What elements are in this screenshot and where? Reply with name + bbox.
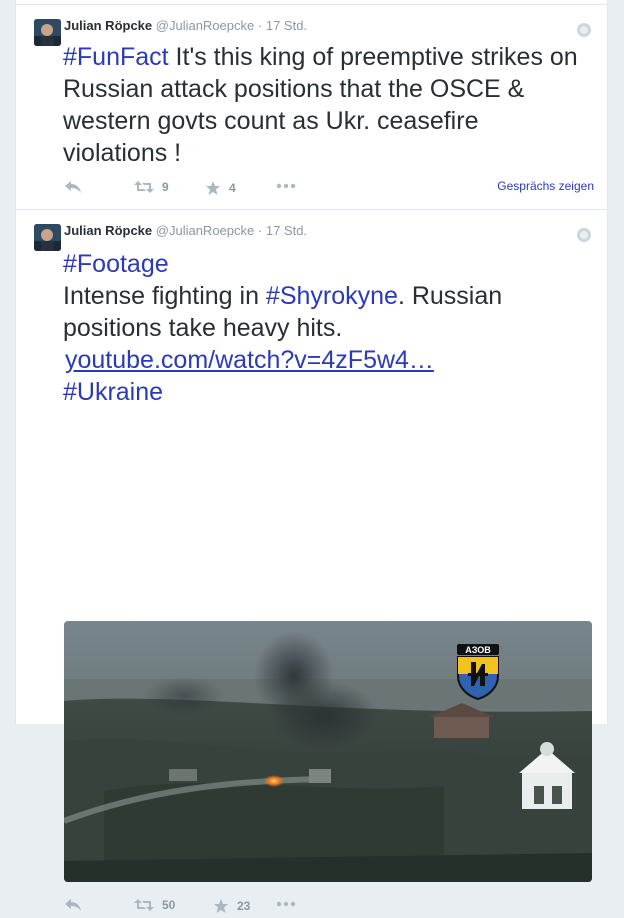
favorite-count: 23 [237,899,251,913]
tweet-actions: 50 23 [64,898,594,918]
retweet-icon [134,181,154,193]
author-name[interactable]: Julian Röpcke [64,223,152,238]
time-separator: · [257,18,263,33]
timestamp[interactable]: 17 Std. [266,223,307,238]
tweet-text: #Footage Intense fighting in #Shyrokyne.… [63,248,583,408]
retweet-count: 9 [162,180,169,194]
favorite-button[interactable]: 23 [213,898,250,914]
reply-icon [65,181,81,193]
favorite-count: 4 [229,181,236,195]
tweet[interactable]: Julian Röpcke @JulianRoepcke · 17 Std. #… [16,4,607,210]
timestamp[interactable]: 17 Std. [266,18,307,33]
tweet-header: Julian Röpcke @JulianRoepcke · 17 Std. [64,223,307,238]
show-conversation-link[interactable]: Gesprächs zeigen [497,179,594,193]
azov-logo: АЗОВ [457,644,499,700]
avatar[interactable] [34,19,61,46]
globe-icon [577,23,591,37]
hashtag-footage[interactable]: #Footage [63,250,169,278]
reply-button[interactable] [64,180,82,194]
star-icon [206,181,220,195]
time-separator: · [257,223,263,238]
timeline: Julian Röpcke @JulianRoepcke · 17 Std. #… [15,0,608,913]
avatar[interactable] [34,224,61,251]
video-preview[interactable]: АЗОВ [64,621,592,882]
retweet-button[interactable]: 9 [134,180,169,194]
author-name[interactable]: Julian Röpcke [64,18,152,33]
globe-icon [577,228,591,242]
reply-icon [65,899,81,911]
tweet-header: Julian Röpcke @JulianRoepcke · 17 Std. [64,18,307,33]
tweet-text: #FunFact It's this king of preemptive st… [63,41,583,169]
tweet-text-line: Intense fighting in [63,282,266,310]
hashtag-shyrokyne[interactable]: #Shyrokyne [266,282,398,310]
tweet[interactable]: Julian Röpcke @JulianRoepcke · 17 Std. #… [16,210,607,913]
youtube-link[interactable]: youtube.com/watch?v=4zF5w4… [65,344,434,376]
author-handle[interactable]: @JulianRoepcke [156,18,254,33]
more-icon [276,901,296,907]
retweet-button[interactable]: 50 [134,898,175,912]
tweet-actions: 9 4 Gesprächs zeigen [64,179,594,200]
more-button[interactable] [276,183,296,189]
avatar-image [34,19,61,46]
star-icon [214,899,228,913]
retweet-icon [134,899,154,911]
hashtag-funfact[interactable]: #FunFact [63,43,169,71]
more-icon [276,183,296,189]
hashtag-ukraine[interactable]: #Ukraine [63,378,163,406]
video-thumbnail [64,621,592,882]
reply-button[interactable] [64,898,82,912]
avatar-image [34,224,61,251]
retweet-count: 50 [162,898,176,912]
favorite-button[interactable]: 4 [205,180,236,196]
author-handle[interactable]: @JulianRoepcke [156,223,254,238]
more-button[interactable] [276,901,296,907]
svg-text:АЗОВ: АЗОВ [465,645,491,655]
